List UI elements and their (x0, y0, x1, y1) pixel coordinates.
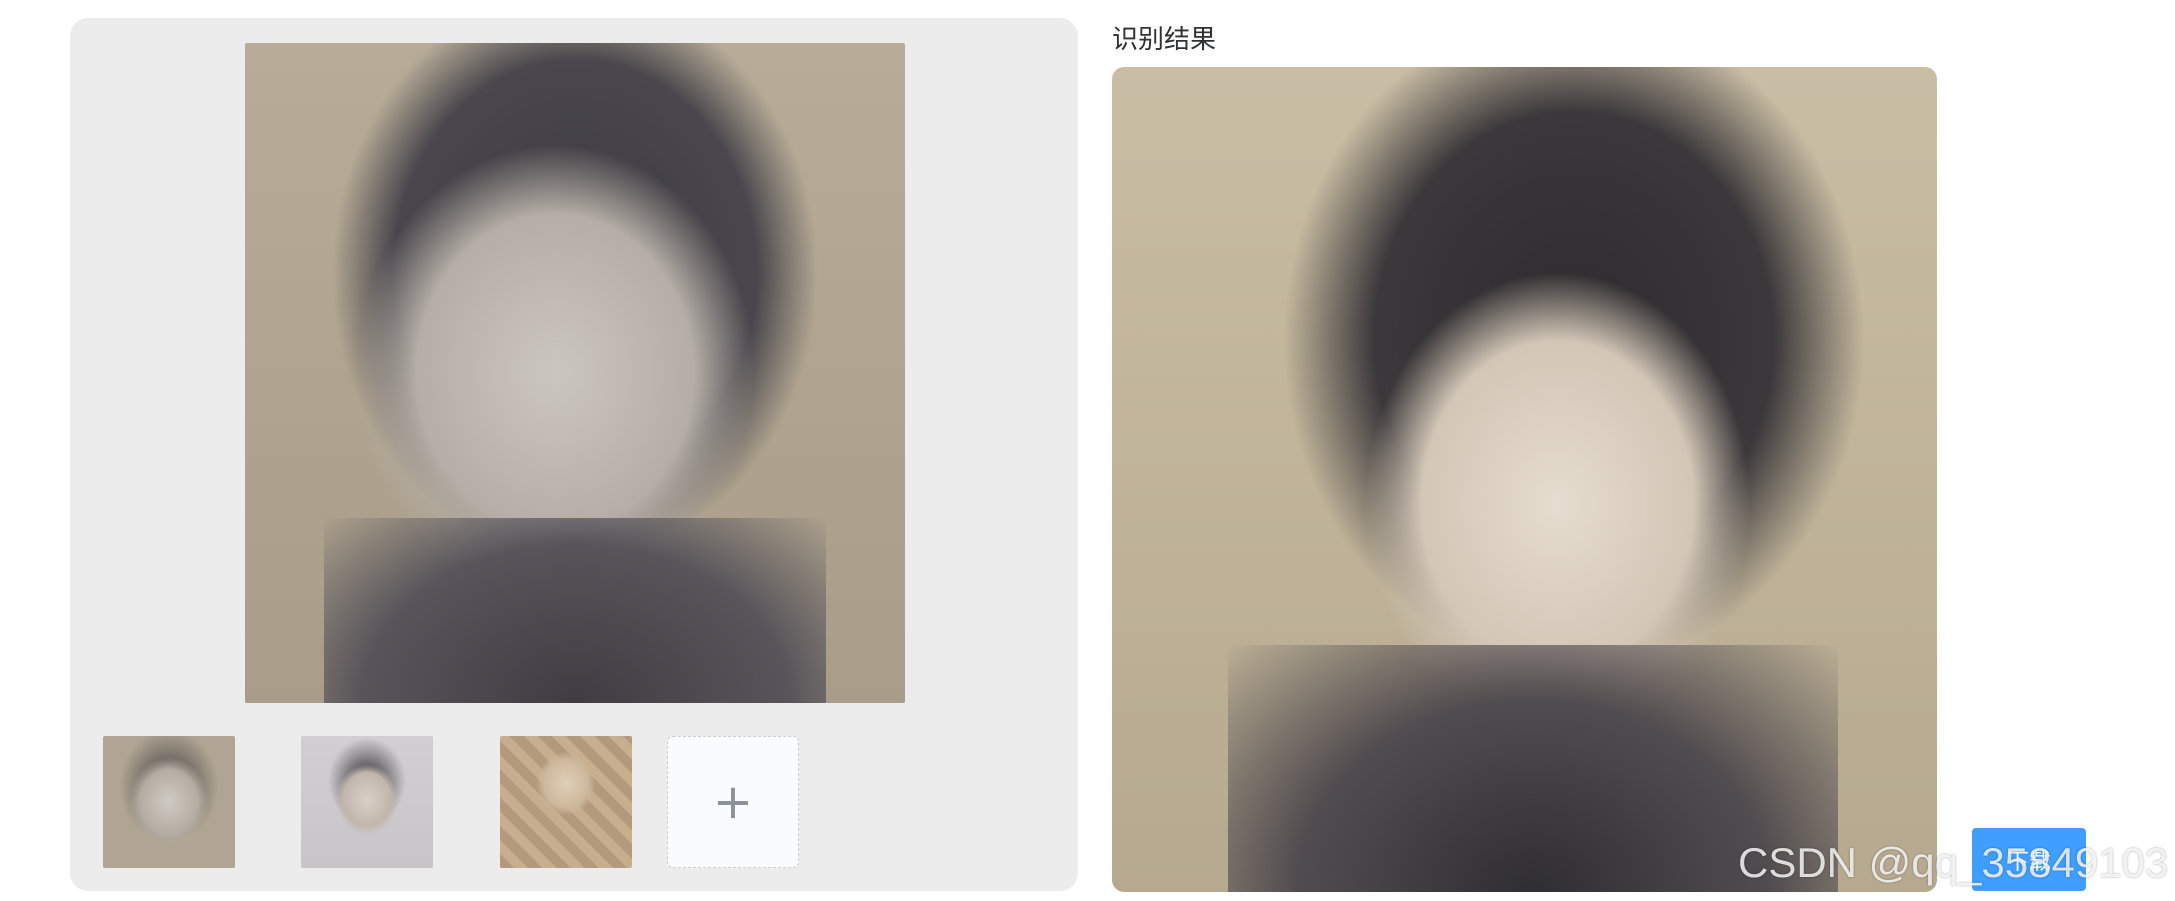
thumbnail-1[interactable] (103, 736, 235, 868)
thumbnail-3[interactable] (500, 736, 632, 868)
result-photo (1112, 67, 1937, 892)
add-image-button[interactable]: + (667, 736, 799, 868)
original-photo (245, 43, 905, 703)
original-photo-sweater (324, 518, 826, 703)
page: + 识别结果 下载 CSDN @qq_35849103 (0, 0, 2175, 901)
watermark: CSDN @qq_35849103 (1738, 839, 2169, 886)
upload-panel: + (70, 18, 1078, 891)
result-title: 识别结果 (1112, 24, 1217, 54)
plus-icon: + (712, 774, 754, 830)
thumbnail-2[interactable] (301, 736, 433, 868)
